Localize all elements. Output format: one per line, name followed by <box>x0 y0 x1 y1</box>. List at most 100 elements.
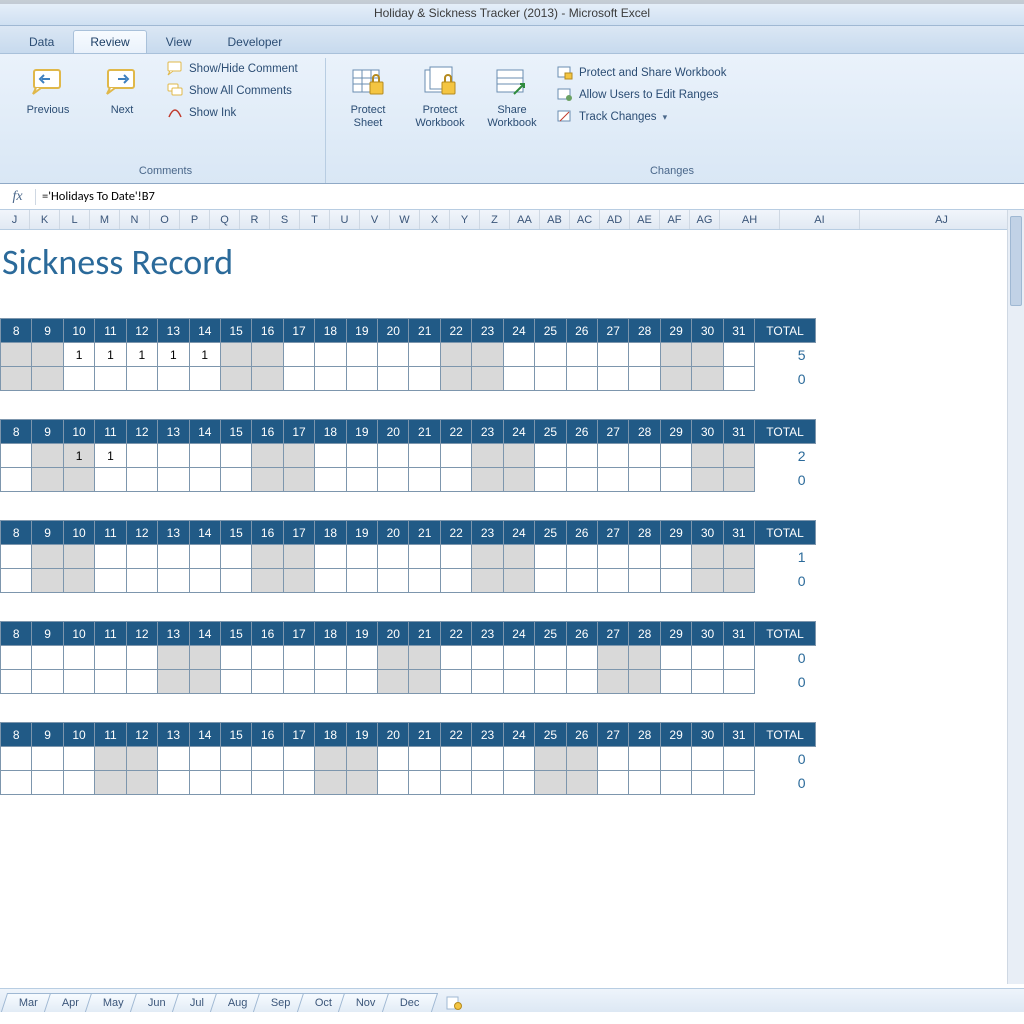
day-cell[interactable] <box>660 771 691 795</box>
day-cell[interactable] <box>409 646 440 670</box>
column-headers[interactable]: JKLMNOPQRSTUVWXYZAAABACADAEAFAGAHAIAJ <box>0 210 1024 230</box>
day-cell[interactable] <box>1 771 32 795</box>
day-cell[interactable] <box>598 367 629 391</box>
day-cell[interactable] <box>252 367 283 391</box>
day-cell[interactable] <box>32 444 63 468</box>
day-cell[interactable] <box>95 747 126 771</box>
day-cell[interactable] <box>723 747 754 771</box>
column-header-Q[interactable]: Q <box>210 210 240 229</box>
day-cell[interactable] <box>158 747 189 771</box>
day-cell[interactable] <box>63 747 94 771</box>
day-cell[interactable] <box>692 545 723 569</box>
day-cell[interactable] <box>315 468 346 492</box>
worksheet-area[interactable]: Sickness Record 891011121314151617181920… <box>0 230 1024 960</box>
day-cell[interactable] <box>566 747 597 771</box>
day-cell[interactable] <box>535 569 566 593</box>
show-ink-button[interactable]: Show Ink <box>164 104 301 122</box>
day-cell[interactable] <box>283 747 314 771</box>
day-cell[interactable] <box>535 545 566 569</box>
day-cell[interactable] <box>315 646 346 670</box>
day-cell[interactable] <box>629 343 660 367</box>
day-cell[interactable] <box>95 545 126 569</box>
day-cell[interactable] <box>723 343 754 367</box>
previous-comment-button[interactable]: Previous <box>16 60 80 121</box>
day-cell[interactable] <box>346 747 377 771</box>
day-cell[interactable] <box>598 646 629 670</box>
day-cell[interactable] <box>1 545 32 569</box>
day-cell[interactable] <box>440 670 471 694</box>
day-cell[interactable] <box>252 747 283 771</box>
day-cell[interactable] <box>95 670 126 694</box>
day-cell[interactable] <box>723 771 754 795</box>
day-cell[interactable] <box>315 771 346 795</box>
day-cell[interactable]: 1 <box>189 343 220 367</box>
day-cell[interactable] <box>409 468 440 492</box>
day-cell[interactable] <box>378 545 409 569</box>
day-cell[interactable] <box>315 670 346 694</box>
column-header-AA[interactable]: AA <box>510 210 540 229</box>
day-cell[interactable] <box>440 468 471 492</box>
day-cell[interactable] <box>629 747 660 771</box>
day-cell[interactable] <box>189 444 220 468</box>
day-cell[interactable]: 1 <box>63 343 94 367</box>
day-cell[interactable] <box>252 670 283 694</box>
day-cell[interactable] <box>126 646 157 670</box>
day-cell[interactable] <box>189 747 220 771</box>
day-cell[interactable] <box>629 468 660 492</box>
day-cell[interactable] <box>283 367 314 391</box>
day-cell[interactable] <box>598 670 629 694</box>
day-cell[interactable] <box>503 569 534 593</box>
day-cell[interactable] <box>1 444 32 468</box>
day-cell[interactable] <box>346 670 377 694</box>
day-cell[interactable] <box>252 771 283 795</box>
column-header-AE[interactable]: AE <box>630 210 660 229</box>
day-cell[interactable] <box>692 444 723 468</box>
day-cell[interactable] <box>315 343 346 367</box>
day-cell[interactable] <box>598 747 629 771</box>
day-cell[interactable] <box>189 670 220 694</box>
day-cell[interactable] <box>503 343 534 367</box>
day-cell[interactable] <box>566 468 597 492</box>
day-cell[interactable] <box>158 444 189 468</box>
fx-icon[interactable]: fx <box>0 189 36 205</box>
scrollbar-thumb[interactable] <box>1010 216 1022 306</box>
day-cell[interactable] <box>472 444 503 468</box>
day-cell[interactable] <box>440 367 471 391</box>
day-cell[interactable] <box>409 367 440 391</box>
day-cell[interactable] <box>220 545 251 569</box>
day-cell[interactable] <box>472 367 503 391</box>
day-cell[interactable] <box>346 646 377 670</box>
day-cell[interactable] <box>189 545 220 569</box>
day-cell[interactable] <box>220 444 251 468</box>
day-cell[interactable] <box>660 367 691 391</box>
day-cell[interactable] <box>629 646 660 670</box>
day-cell[interactable] <box>503 670 534 694</box>
day-cell[interactable] <box>283 468 314 492</box>
day-cell[interactable] <box>440 444 471 468</box>
day-cell[interactable] <box>158 367 189 391</box>
day-cell[interactable] <box>32 569 63 593</box>
day-cell[interactable] <box>472 468 503 492</box>
day-cell[interactable] <box>472 646 503 670</box>
show-all-comments-button[interactable]: Show All Comments <box>164 82 301 100</box>
column-header-J[interactable]: J <box>0 210 30 229</box>
day-cell[interactable]: 1 <box>158 343 189 367</box>
day-cell[interactable] <box>660 545 691 569</box>
column-header-AD[interactable]: AD <box>600 210 630 229</box>
day-cell[interactable] <box>503 545 534 569</box>
column-header-K[interactable]: K <box>30 210 60 229</box>
day-cell[interactable] <box>503 444 534 468</box>
column-header-AB[interactable]: AB <box>540 210 570 229</box>
column-header-AJ[interactable]: AJ <box>860 210 1024 229</box>
day-cell[interactable] <box>660 646 691 670</box>
day-cell[interactable] <box>63 468 94 492</box>
day-cell[interactable]: 1 <box>63 444 94 468</box>
column-header-V[interactable]: V <box>360 210 390 229</box>
day-cell[interactable] <box>63 771 94 795</box>
day-cell[interactable] <box>32 545 63 569</box>
day-cell[interactable] <box>566 670 597 694</box>
day-cell[interactable] <box>32 468 63 492</box>
day-cell[interactable] <box>409 771 440 795</box>
day-cell[interactable] <box>1 367 32 391</box>
day-cell[interactable] <box>409 444 440 468</box>
